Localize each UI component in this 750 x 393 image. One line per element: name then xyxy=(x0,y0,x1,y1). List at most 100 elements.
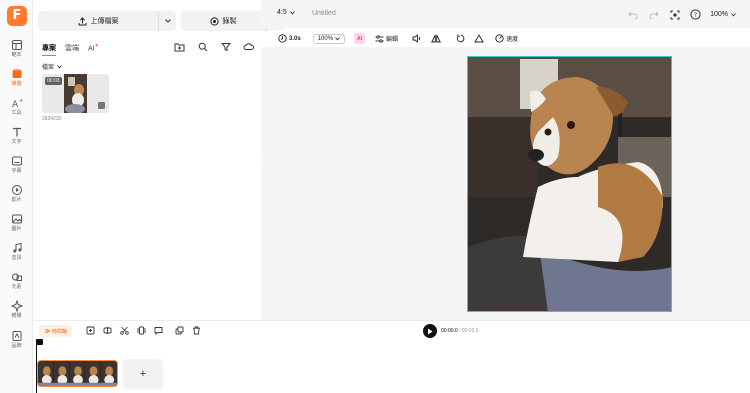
chevron-down-icon xyxy=(57,64,62,68)
sparkle-icon xyxy=(44,328,50,334)
split-button[interactable] xyxy=(102,325,113,336)
delete-button[interactable] xyxy=(191,325,202,336)
redo-button[interactable] xyxy=(647,8,660,21)
tab-project[interactable]: 專案 xyxy=(42,43,56,56)
upload-button-group: 上傳檔案 xyxy=(38,11,176,31)
speech-bubble-icon xyxy=(154,327,163,335)
cloud-icon xyxy=(243,43,254,50)
brand-icon xyxy=(12,331,21,341)
app-logo[interactable]: F xyxy=(7,6,27,26)
clip-filmstrip xyxy=(38,361,117,386)
add-media-button[interactable] xyxy=(85,325,96,336)
filter-button[interactable] xyxy=(219,40,232,53)
crop-button[interactable] xyxy=(472,32,485,45)
timeline-clip[interactable] xyxy=(37,360,118,387)
add-clip-button[interactable]: + xyxy=(123,359,163,389)
speed-label: 速度 xyxy=(506,37,519,43)
edit-label: 編輯 xyxy=(386,37,399,43)
sidebar-item-label: 工具 xyxy=(11,110,22,116)
clock-icon xyxy=(278,34,287,43)
ai-timeline-button[interactable]: 時間軸 xyxy=(39,325,73,337)
record-button[interactable]: 錄製 xyxy=(181,11,265,31)
media-tools xyxy=(173,40,255,53)
tab-cloud[interactable]: 雲端 xyxy=(65,43,79,53)
screenshot-button[interactable] xyxy=(668,8,681,21)
sidebar-item-ai-tools[interactable]: A + 工具 xyxy=(0,95,33,121)
file-filter-dropdown[interactable]: 檔案 xyxy=(42,62,62,71)
sidebar-item-transitions[interactable]: 轉場 xyxy=(0,298,33,324)
play-button[interactable] xyxy=(423,324,437,338)
sidebar-item-brand[interactable]: 品牌 xyxy=(0,328,33,354)
cut-button[interactable] xyxy=(119,325,130,336)
sidebar-item-label: 音訊 xyxy=(11,255,22,261)
image-icon xyxy=(11,214,22,224)
edit-button[interactable]: 編輯 xyxy=(375,34,398,43)
sidebar-item-templates[interactable]: 範本 xyxy=(0,37,33,63)
sidebar-item-subtitles[interactable]: 字幕 xyxy=(0,153,33,179)
caption-button[interactable] xyxy=(153,325,164,336)
undo-button[interactable] xyxy=(626,8,639,21)
scissors-icon xyxy=(120,326,129,335)
trim-button[interactable] xyxy=(136,325,147,336)
triangle-icon xyxy=(473,34,484,43)
flip-icon xyxy=(430,34,441,43)
scale-dropdown[interactable]: 100% xyxy=(312,33,346,44)
sidebar-item-video[interactable]: 影片 xyxy=(0,182,33,208)
clip-toolbar: 3.0s 100% AI 編輯 速度 xyxy=(269,30,747,47)
templates-icon xyxy=(11,40,22,50)
duration-control[interactable]: 3.0s xyxy=(278,34,301,43)
duplicate-button[interactable] xyxy=(174,325,185,336)
help-button[interactable]: ? xyxy=(689,8,702,21)
chevron-down-icon xyxy=(731,12,736,16)
playhead-handle[interactable] xyxy=(36,339,43,345)
speed-icon xyxy=(495,34,504,43)
video-preview-frame[interactable] xyxy=(467,56,672,312)
clip-select-checkbox[interactable] xyxy=(98,102,105,109)
ai-timeline-label: 時間軸 xyxy=(52,328,68,335)
upload-options-dropdown[interactable] xyxy=(158,11,176,31)
sidebar-item-label: 範本 xyxy=(11,52,22,58)
sidebar-item-elements[interactable]: 元素 xyxy=(0,269,33,295)
elements-icon xyxy=(11,273,22,281)
ai-label: AI xyxy=(357,35,363,42)
rotate-button[interactable] xyxy=(454,32,467,45)
record-label: 錄製 xyxy=(222,18,237,25)
sidebar-item-label: 圖片 xyxy=(11,226,22,232)
volume-button[interactable] xyxy=(410,32,423,45)
duration-value: 3.0s xyxy=(289,35,301,42)
media-panel: 上傳檔案 錄製 專案 雲端 AI✦ 檔案 xyxy=(33,0,284,320)
cloud-upload-button[interactable] xyxy=(242,40,255,53)
sidebar-item-text[interactable]: 文字 xyxy=(0,124,33,150)
search-button[interactable] xyxy=(196,40,209,53)
add-box-icon xyxy=(86,326,95,335)
sidebar-item-label: 媒體 xyxy=(11,81,22,87)
speed-button[interactable]: 速度 xyxy=(495,34,518,43)
sidebar-item-image[interactable]: 圖片 xyxy=(0,211,33,237)
ai-edit-button[interactable]: AI xyxy=(354,33,366,44)
filter-label: 檔案 xyxy=(42,65,55,71)
left-sidebar: F 範本 媒體 A + 工具 文字 字幕 影片 圖片 音訊 元素 轉場 品牌 xyxy=(0,0,33,393)
timecode: 00:00.0 / 00:03.0 xyxy=(441,328,479,334)
media-clip-thumbnail[interactable]: 00:03 xyxy=(42,74,109,113)
new-folder-button[interactable] xyxy=(173,40,186,53)
aspect-ratio-dropdown[interactable]: 4:5 xyxy=(277,9,295,16)
tab-ai[interactable]: AI✦ xyxy=(88,43,99,53)
split-icon xyxy=(103,327,112,334)
zoom-dropdown[interactable]: 100% xyxy=(710,11,736,18)
sidebar-item-media[interactable]: 媒體 xyxy=(0,66,33,92)
undo-icon xyxy=(627,11,638,19)
media-tabs: 專案 雲端 AI✦ xyxy=(42,43,99,56)
upload-button[interactable]: 上傳檔案 xyxy=(38,11,158,31)
sidebar-item-label: 影片 xyxy=(11,197,22,203)
ai-tools-icon: A + xyxy=(12,98,23,109)
filter-icon xyxy=(220,42,231,51)
flip-button[interactable] xyxy=(429,32,442,45)
project-title[interactable]: Untitled xyxy=(312,10,336,17)
redo-icon xyxy=(649,11,659,19)
upload-label: 上傳檔案 xyxy=(90,18,119,25)
sidebar-item-audio[interactable]: 音訊 xyxy=(0,240,33,266)
capture-icon xyxy=(670,10,680,19)
rotate-icon xyxy=(457,34,465,43)
subtitles-icon xyxy=(11,156,22,166)
audio-icon xyxy=(12,242,21,253)
